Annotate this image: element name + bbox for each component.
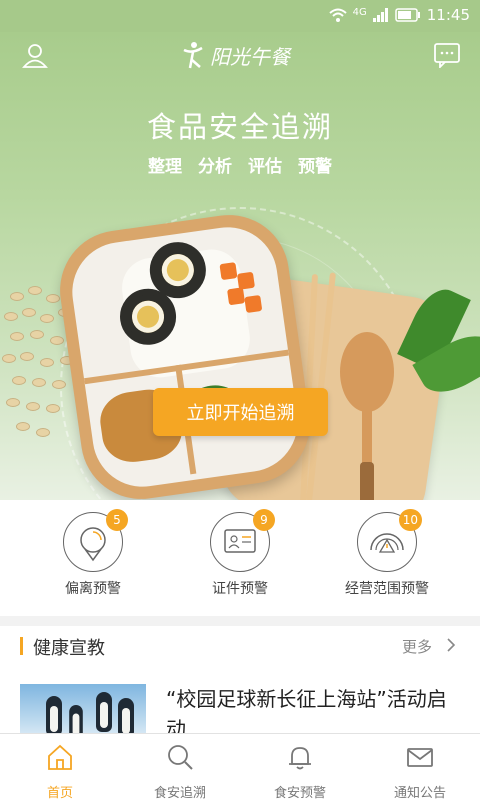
hero-title: 食品安全追溯 [146,110,333,144]
health-section: 健康宣教 更多 “校园足球新长征上海站”活动启动 [0,626,480,736]
bottom-tab-bar: 首页 食安追溯 食安预警 通知公告 [0,733,480,800]
warning-item-business-scope[interactable]: 10 经营范围预警 [327,509,447,598]
clock: 11:45 [426,6,470,24]
tab-food-warning[interactable]: 食安预警 [240,734,360,800]
hero-subtitle-row: 整理 分析 评估 预警 [0,152,480,177]
tab-label: 首页 [46,786,73,800]
hero-subtitle: 预警 [298,157,332,177]
health-title: 健康宣教 [33,638,105,659]
tab-home[interactable]: 首页 [0,734,120,800]
brand-name: 阳光午餐 [210,44,290,69]
warning-count-badge: 9 [253,509,275,531]
tab-food-trace[interactable]: 食安追溯 [120,734,240,800]
bento-box-illustration [52,207,318,500]
brand-figure-icon [183,42,203,69]
bell-icon [289,747,311,770]
tab-label: 通知公告 [393,786,446,800]
chevron-right-icon[interactable] [442,636,460,654]
warning-count-badge: 5 [106,509,128,531]
hero-subtitle: 评估 [248,157,282,177]
hero-subtitle: 分析 [198,157,232,177]
signal-icon [372,8,388,22]
more-link[interactable]: 更多 [402,636,432,657]
mail-icon [407,748,433,767]
user-icon[interactable] [22,42,48,68]
search-icon [168,745,193,770]
spoon-illustration [340,332,394,412]
warning-label: 偏离预警 [65,581,121,597]
health-header: 健康宣教 更多 [0,626,480,666]
start-trace-button[interactable]: 立即开始追溯 [153,388,328,436]
tab-label: 食安预警 [273,786,326,800]
warning-label: 经营范围预警 [345,581,429,597]
message-icon[interactable] [434,42,460,68]
hero-banner: 阳光午餐 食品安全追溯 整理 分析 评估 预警 立即开始追溯 [0,32,480,500]
news-thumbnail[interactable] [20,684,146,736]
wifi-icon [328,8,347,22]
spoon-wrap-illustration [360,462,374,500]
warning-label: 证件预警 [212,581,268,597]
battery-icon [395,8,420,22]
warning-panel: 5 偏离预警 9 证件预警 10 经营范围预警 [0,500,480,616]
hero-subtitle: 整理 [148,157,182,177]
tab-notices[interactable]: 通知公告 [360,734,480,800]
tab-label: 食安追溯 [153,786,206,800]
warning-item-deviation[interactable]: 5 偏离预警 [33,509,153,598]
warning-item-certificate[interactable]: 9 证件预警 [180,509,300,598]
network-type: 4G [352,6,367,18]
section-accent-bar [20,637,23,655]
warning-count-badge: 10 [398,509,422,531]
status-bar: 4G 11:45 [0,0,480,32]
home-icon [48,744,72,770]
news-title[interactable]: “校园足球新长征上海站”活动启动 [166,684,466,736]
brand-logo: 阳光午餐 [180,40,290,70]
